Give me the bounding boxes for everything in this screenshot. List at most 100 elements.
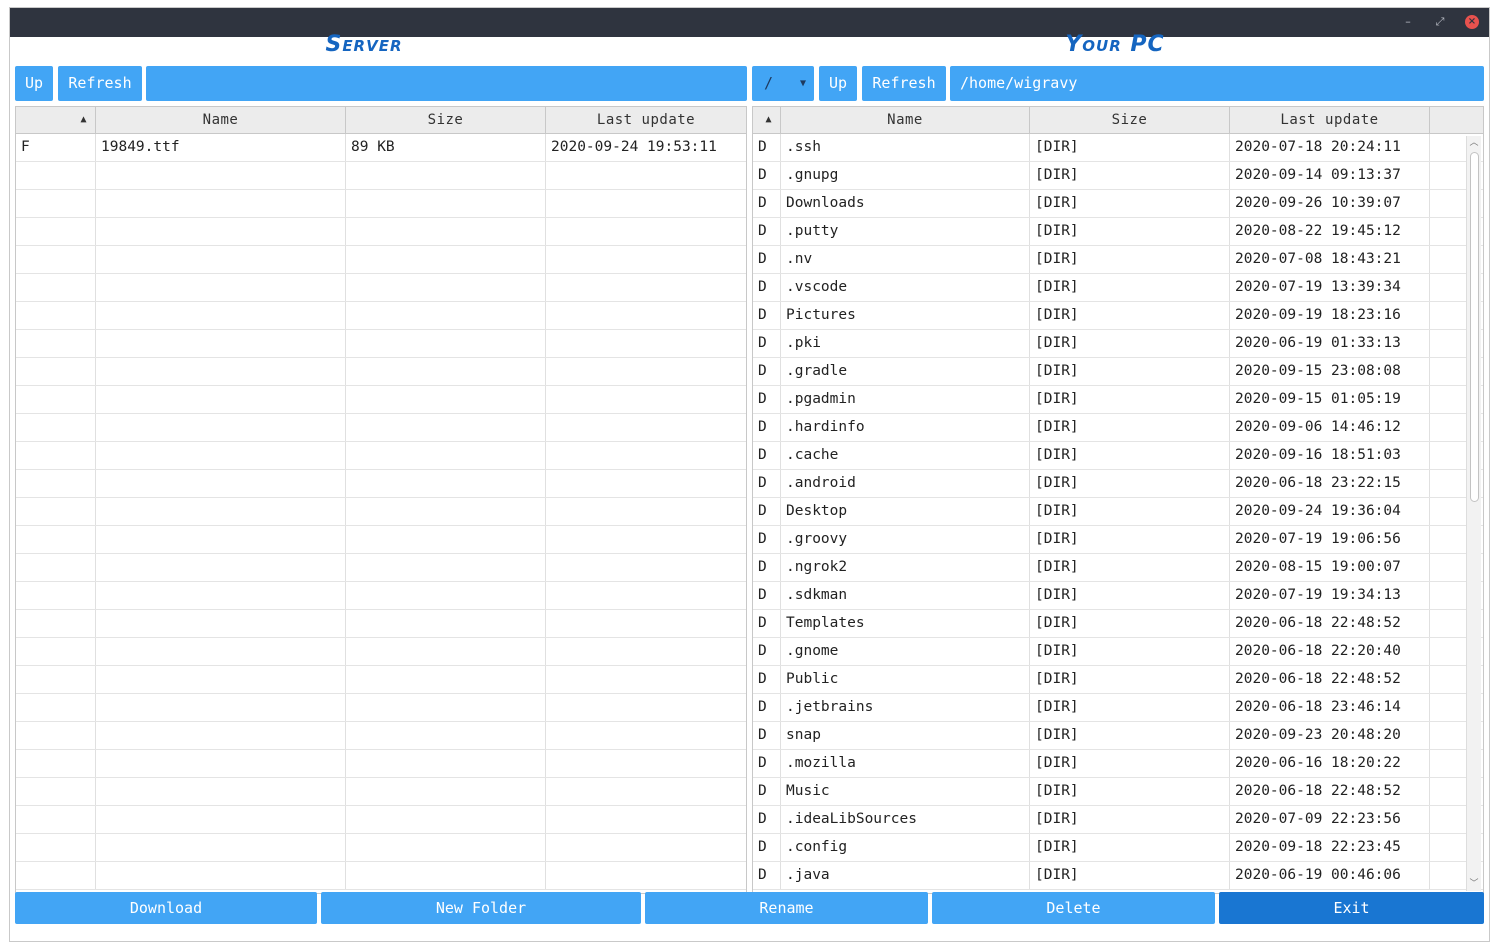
table-row[interactable]: D .java [DIR] 2020-06-19 00:46:06: [753, 862, 1483, 890]
scroll-up-icon[interactable]: ︿: [1467, 137, 1481, 149]
table-row[interactable]: D .ssh [DIR] 2020-07-18 20:24:11: [753, 134, 1483, 162]
column-header-type[interactable]: ▲: [16, 107, 96, 133]
scrollbar-thumb[interactable]: [1470, 152, 1479, 502]
table-row[interactable]: D .android [DIR] 2020-06-18 23:22:15: [753, 470, 1483, 498]
drive-select[interactable]: / ▼: [752, 66, 814, 101]
cell-name: .hardinfo: [781, 414, 1030, 441]
close-icon[interactable]: ×: [1465, 15, 1479, 29]
scroll-down-icon[interactable]: ﹀: [1467, 878, 1481, 890]
table-row[interactable]: [16, 722, 746, 750]
table-row[interactable]: [16, 386, 746, 414]
table-row[interactable]: [16, 526, 746, 554]
table-row[interactable]: D .sdkman [DIR] 2020-07-19 19:34:13: [753, 582, 1483, 610]
cell-updated: 2020-06-19 01:33:13: [1230, 330, 1430, 357]
table-row[interactable]: [16, 778, 746, 806]
table-row[interactable]: D .config [DIR] 2020-09-18 22:23:45: [753, 834, 1483, 862]
table-row[interactable]: D Public [DIR] 2020-06-18 22:48:52: [753, 666, 1483, 694]
table-row[interactable]: [16, 694, 746, 722]
table-row[interactable]: [16, 582, 746, 610]
table-row[interactable]: D .vscode [DIR] 2020-07-19 13:39:34: [753, 274, 1483, 302]
table-row[interactable]: D Templates [DIR] 2020-06-18 22:48:52: [753, 610, 1483, 638]
table-row[interactable]: D .gnome [DIR] 2020-06-18 22:20:40: [753, 638, 1483, 666]
table-row[interactable]: D .gnupg [DIR] 2020-09-14 09:13:37: [753, 162, 1483, 190]
table-row[interactable]: [16, 358, 746, 386]
cell-size: [DIR]: [1030, 666, 1230, 693]
server-up-button[interactable]: Up: [15, 66, 53, 101]
title-bar: – ⤢ ×: [10, 8, 1489, 37]
pc-up-button[interactable]: Up: [819, 66, 857, 101]
table-row[interactable]: D .gradle [DIR] 2020-09-15 23:08:08: [753, 358, 1483, 386]
table-row[interactable]: [16, 666, 746, 694]
table-row[interactable]: [16, 498, 746, 526]
table-row[interactable]: [16, 190, 746, 218]
table-row[interactable]: D .cache [DIR] 2020-09-16 18:51:03: [753, 442, 1483, 470]
table-row[interactable]: [16, 834, 746, 862]
table-row[interactable]: [16, 470, 746, 498]
table-row[interactable]: D Desktop [DIR] 2020-09-24 19:36:04: [753, 498, 1483, 526]
pc-table-scrollbar[interactable]: ︿ ﹀: [1466, 136, 1481, 891]
table-row[interactable]: D .putty [DIR] 2020-08-22 19:45:12: [753, 218, 1483, 246]
table-row[interactable]: [16, 554, 746, 582]
table-row[interactable]: [16, 162, 746, 190]
table-row[interactable]: D .nv [DIR] 2020-07-08 18:43:21: [753, 246, 1483, 274]
maximize-icon[interactable]: ⤢: [1433, 15, 1447, 29]
server-refresh-button[interactable]: Refresh: [58, 66, 142, 101]
cell-size: [346, 302, 546, 329]
cell-updated: [546, 330, 746, 357]
table-row[interactable]: [16, 638, 746, 666]
cell-name: .gnupg: [781, 162, 1030, 189]
rename-button[interactable]: Rename: [645, 892, 928, 924]
server-path-field[interactable]: [146, 66, 747, 101]
table-row[interactable]: D .hardinfo [DIR] 2020-09-06 14:46:12: [753, 414, 1483, 442]
column-header-last-update[interactable]: Last update: [546, 107, 746, 133]
column-header-type[interactable]: ▲: [753, 107, 781, 133]
pc-refresh-button[interactable]: Refresh: [862, 66, 946, 101]
table-row[interactable]: D .mozilla [DIR] 2020-06-16 18:20:22: [753, 750, 1483, 778]
cell-size: [346, 554, 546, 581]
pc-path-field[interactable]: /home/wigravy: [950, 66, 1484, 101]
table-row[interactable]: [16, 442, 746, 470]
column-header-name[interactable]: Name: [96, 107, 346, 133]
download-button[interactable]: Download: [15, 892, 317, 924]
table-row[interactable]: [16, 274, 746, 302]
column-header-name[interactable]: Name: [781, 107, 1030, 133]
table-row[interactable]: [16, 806, 746, 834]
cell-type: [16, 666, 96, 693]
column-header-last-update[interactable]: Last update: [1230, 107, 1430, 133]
exit-button[interactable]: Exit: [1219, 892, 1484, 924]
cell-name: [96, 358, 346, 385]
server-file-table[interactable]: ▲ Name Size Last update F 19849.ttf 89 KB 2…: [15, 106, 747, 894]
table-row[interactable]: [16, 862, 746, 890]
minimize-icon[interactable]: –: [1401, 15, 1415, 29]
table-row[interactable]: D .pgadmin [DIR] 2020-09-15 01:05:19: [753, 386, 1483, 414]
cell-name: .gradle: [781, 358, 1030, 385]
cell-name: .ideaLibSources: [781, 806, 1030, 833]
new-folder-button[interactable]: New Folder: [321, 892, 641, 924]
cell-undefined: [1430, 218, 1470, 245]
table-row[interactable]: [16, 610, 746, 638]
table-row[interactable]: F 19849.ttf 89 KB 2020-09-24 19:53:11: [16, 134, 746, 162]
table-row[interactable]: Dsnap [DIR] 2020-09-23 20:48:20: [753, 722, 1483, 750]
cell-updated: [546, 638, 746, 665]
delete-button[interactable]: Delete: [932, 892, 1215, 924]
cell-undefined: [1430, 526, 1470, 553]
table-row[interactable]: D .ideaLibSources [DIR] 2020-07-09 22:23:56: [753, 806, 1483, 834]
table-row[interactable]: D .ngrok2 [DIR] 2020-08-15 19:00:07: [753, 554, 1483, 582]
table-row[interactable]: D Pictures [DIR] 2020-09-19 18:23:16: [753, 302, 1483, 330]
table-row[interactable]: [16, 414, 746, 442]
cell-type: D: [753, 246, 781, 273]
table-row[interactable]: [16, 330, 746, 358]
table-row[interactable]: [16, 302, 746, 330]
table-row[interactable]: D .pki [DIR] 2020-06-19 01:33:13: [753, 330, 1483, 358]
table-row[interactable]: [16, 750, 746, 778]
column-header-size[interactable]: Size: [346, 107, 546, 133]
cell-size: [346, 806, 546, 833]
pc-file-table[interactable]: ▲ Name Size Last update D .ssh [DIR] 2020-0…: [752, 106, 1484, 894]
table-row[interactable]: D Music [DIR] 2020-06-18 22:48:52: [753, 778, 1483, 806]
table-row[interactable]: D .jetbrains [DIR] 2020-06-18 23:46:14: [753, 694, 1483, 722]
table-row[interactable]: D Downloads [DIR] 2020-09-26 10:39:07: [753, 190, 1483, 218]
column-header-size[interactable]: Size: [1030, 107, 1230, 133]
table-row[interactable]: [16, 218, 746, 246]
table-row[interactable]: D .groovy [DIR] 2020-07-19 19:06:56: [753, 526, 1483, 554]
table-row[interactable]: [16, 246, 746, 274]
